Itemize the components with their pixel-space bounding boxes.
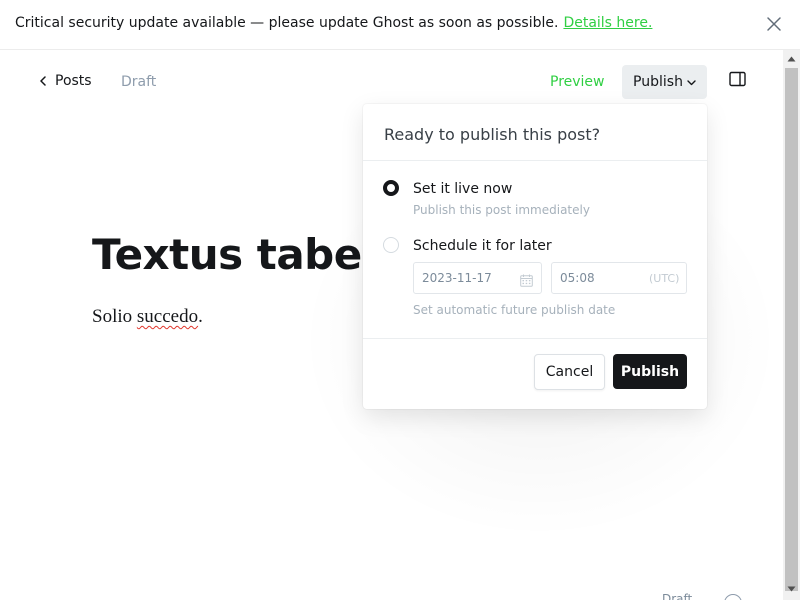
popover-title: Ready to publish this post? bbox=[384, 125, 601, 144]
time-value: 05:08 bbox=[560, 271, 595, 285]
publish-popover: Ready to publish this post? Set it live … bbox=[363, 104, 707, 409]
radio-schedule-later[interactable] bbox=[383, 237, 399, 253]
radio-publish-now[interactable] bbox=[383, 180, 399, 196]
banner-message: Critical security update available — ple… bbox=[15, 15, 559, 31]
popover-divider bbox=[363, 338, 707, 339]
editor-page: Critical security update available — ple… bbox=[0, 0, 800, 600]
option-schedule-label: Schedule it for later bbox=[413, 238, 552, 254]
misspelled-word: succedo bbox=[136, 306, 199, 327]
back-label: Posts bbox=[55, 73, 92, 89]
popover-header: Ready to publish this post? bbox=[363, 104, 707, 161]
preview-button[interactable]: Preview bbox=[550, 74, 605, 90]
calendar-icon[interactable] bbox=[520, 272, 533, 291]
body-punctuation: . bbox=[198, 306, 203, 327]
date-field[interactable]: 2023-11-17 bbox=[413, 262, 542, 294]
banner-message-row: Critical security update available — ple… bbox=[15, 15, 652, 31]
cancel-button[interactable]: Cancel bbox=[534, 354, 605, 390]
scrollbar-thumb[interactable] bbox=[785, 68, 798, 591]
close-icon[interactable] bbox=[766, 16, 782, 32]
chevron-down-icon bbox=[687, 80, 696, 86]
post-body[interactable]: Solio succedo. bbox=[92, 306, 203, 328]
publish-button[interactable]: Publish bbox=[613, 354, 687, 389]
timezone-label: (UTC) bbox=[649, 272, 680, 285]
scroll-down-arrow-icon[interactable] bbox=[787, 586, 796, 592]
security-update-banner: Critical security update available — ple… bbox=[0, 0, 800, 50]
banner-details-link[interactable]: Details here. bbox=[563, 15, 652, 31]
schedule-help-text: Set automatic future publish date bbox=[413, 303, 616, 317]
scroll-up-arrow-icon[interactable] bbox=[787, 56, 796, 62]
publish-trigger-label: Publish bbox=[633, 74, 683, 90]
publish-menu-trigger[interactable]: Publish bbox=[622, 65, 707, 99]
date-value: 2023-11-17 bbox=[422, 271, 492, 285]
back-to-posts-link[interactable]: Posts bbox=[40, 73, 92, 89]
time-field[interactable]: 05:08 (UTC) bbox=[551, 262, 687, 294]
option-now-description: Publish this post immediately bbox=[413, 203, 590, 217]
chevron-left-icon bbox=[40, 76, 46, 86]
option-now-label: Set it live now bbox=[413, 181, 513, 197]
sidebar-panel-icon[interactable] bbox=[729, 71, 746, 87]
word-count-partial: Draft bbox=[662, 592, 693, 600]
help-icon[interactable] bbox=[724, 594, 742, 600]
post-status: Draft bbox=[121, 74, 157, 90]
page-scrollbar[interactable] bbox=[783, 50, 800, 600]
body-word: Solio bbox=[92, 306, 133, 327]
